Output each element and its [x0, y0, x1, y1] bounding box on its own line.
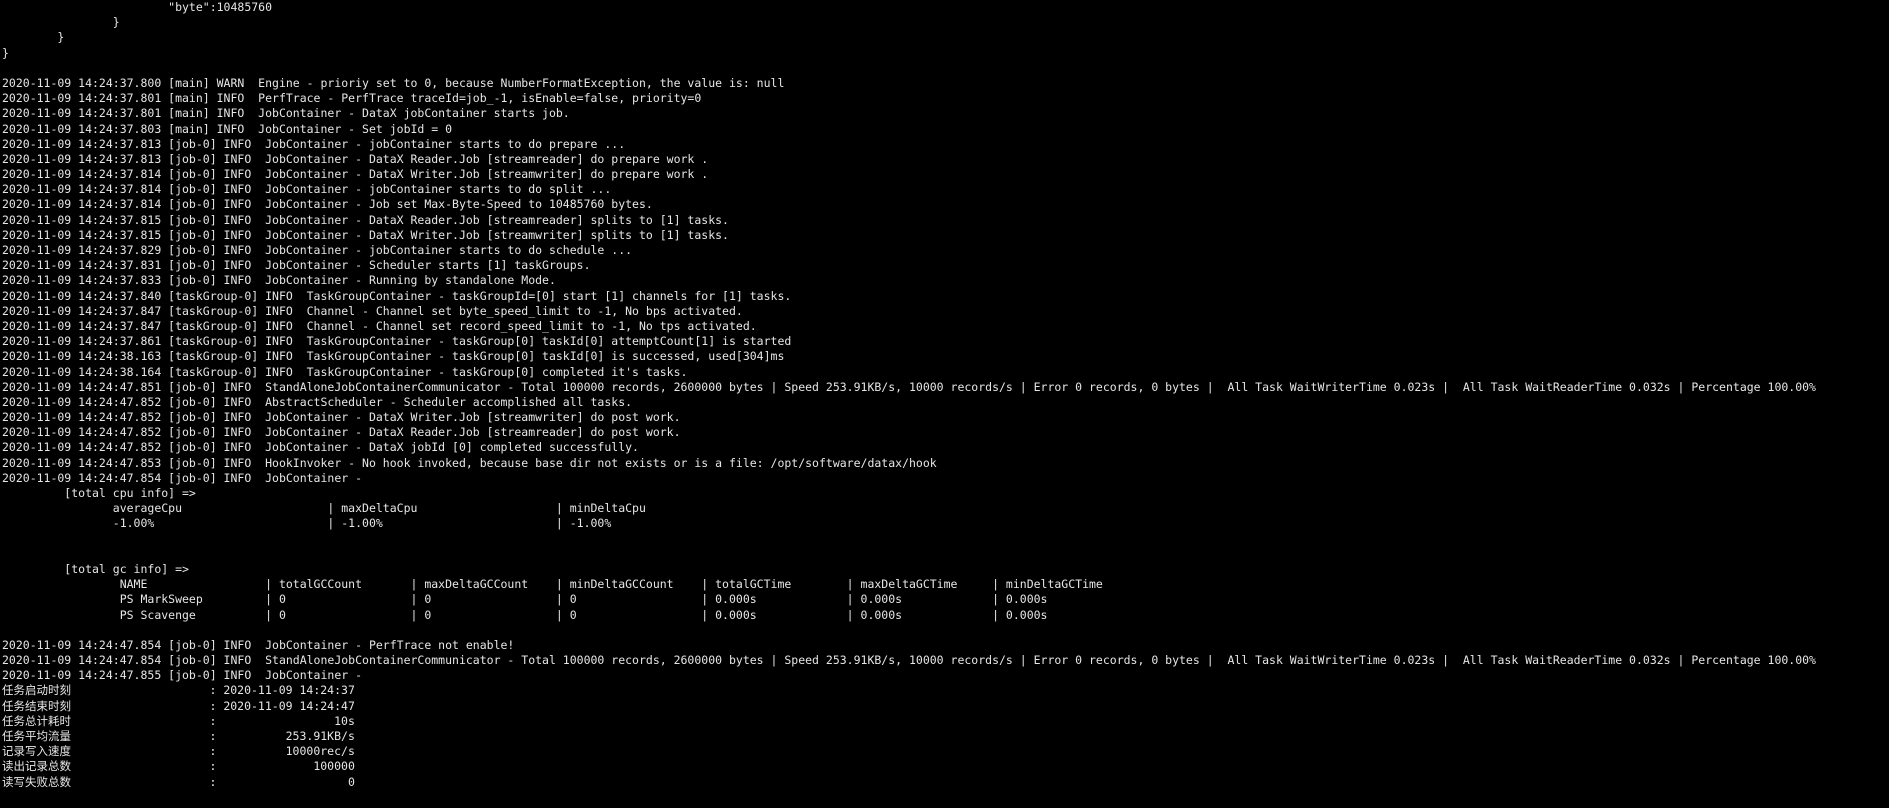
terminal-line: -1.00% | -1.00% | -1.00% [2, 516, 612, 531]
terminal-line: 2020-11-09 14:24:37.813 [job-0] INFO Job… [2, 151, 709, 166]
terminal-line: 2020-11-09 14:24:37.847 [taskGroup-0] IN… [2, 303, 743, 318]
terminal-line: "byte":10485760 [2, 0, 273, 14]
terminal-line: } [2, 15, 120, 30]
terminal-line: 2020-11-09 14:24:47.854 [job-0] INFO Job… [2, 470, 369, 485]
terminal-line: 2020-11-09 14:24:37.815 [job-0] INFO Job… [2, 212, 729, 227]
terminal-window[interactable]: "byte":10485760 } } } 2020-11-09 14:24:3… [0, 0, 1889, 808]
terminal-line: 2020-11-09 14:24:37.801 [main] INFO Perf… [2, 91, 702, 106]
terminal-line: 2020-11-09 14:24:47.852 [job-0] INFO Job… [2, 440, 639, 455]
terminal-line: 任务平均流量 : 253.91KB/s [2, 729, 355, 743]
terminal-line: 2020-11-09 14:24:47.854 [job-0] INFO Sta… [2, 653, 1816, 668]
terminal-line: 2020-11-09 14:24:47.853 [job-0] INFO Hoo… [2, 455, 937, 470]
terminal-line: 2020-11-09 14:24:37.861 [taskGroup-0] IN… [2, 334, 792, 349]
terminal-line: 2020-11-09 14:24:47.852 [job-0] INFO Abs… [2, 394, 633, 409]
terminal-line: 读出记录总数 : 100000 [2, 759, 355, 774]
terminal-line: NAME | totalGCCount | maxDeltaGCCount | … [2, 577, 1138, 592]
terminal-line: 2020-11-09 14:24:37.831 [job-0] INFO Job… [2, 258, 591, 273]
terminal-line: 2020-11-09 14:24:37.814 [job-0] INFO Job… [2, 197, 653, 212]
terminal-line: 读写失败总数 : 0 [2, 774, 355, 789]
terminal-line: 记录写入速度 : 10000rec/s [2, 744, 355, 759]
terminal-line: PS Scavenge | 0 | 0 | 0 | 0.000s | 0.000… [2, 607, 1138, 622]
terminal-line: 任务结束时刻 : 2020-11-09 14:24:47 [2, 698, 355, 713]
terminal-line: 2020-11-09 14:24:37.833 [job-0] INFO Job… [2, 273, 556, 288]
terminal-line: PS MarkSweep | 0 | 0 | 0 | 0.000s | 0.00… [2, 592, 1138, 607]
terminal-line: 2020-11-09 14:24:37.803 [main] INFO JobC… [2, 121, 453, 136]
terminal-line: 2020-11-09 14:24:37.840 [taskGroup-0] IN… [2, 288, 792, 303]
terminal-line: 2020-11-09 14:24:37.800 [main] WARN Engi… [2, 75, 785, 90]
terminal-line: 2020-11-09 14:24:38.164 [taskGroup-0] IN… [2, 364, 688, 379]
terminal-line: 2020-11-09 14:24:37.814 [job-0] INFO Job… [2, 182, 612, 197]
terminal-line: 2020-11-09 14:24:37.813 [job-0] INFO Job… [2, 136, 626, 151]
terminal-line: 任务启动时刻 : 2020-11-09 14:24:37 [2, 683, 355, 698]
terminal-line: } [2, 45, 9, 60]
terminal-line: 2020-11-09 14:24:37.829 [job-0] INFO Job… [2, 243, 633, 257]
terminal-line: 2020-11-09 14:24:38.163 [taskGroup-0] IN… [2, 349, 785, 364]
terminal-line: 2020-11-09 14:24:37.847 [taskGroup-0] IN… [2, 318, 757, 333]
terminal-line: 2020-11-09 14:24:47.854 [job-0] INFO Job… [2, 637, 515, 652]
terminal-line: } [2, 30, 65, 45]
terminal-line: averageCpu | maxDeltaCpu | minDeltaCpu [2, 501, 785, 516]
terminal-line: 2020-11-09 14:24:37.815 [job-0] INFO Job… [2, 227, 729, 242]
terminal-line: 2020-11-09 14:24:37.801 [main] INFO JobC… [2, 106, 570, 121]
terminal-line: 2020-11-09 14:24:47.852 [job-0] INFO Job… [2, 425, 681, 440]
terminal-line: 2020-11-09 14:24:47.852 [job-0] INFO Job… [2, 410, 681, 425]
terminal-line: 2020-11-09 14:24:37.814 [job-0] INFO Job… [2, 167, 709, 182]
terminal-line: 2020-11-09 14:24:47.855 [job-0] INFO Job… [2, 668, 369, 683]
terminal-line: 任务总计耗时 : 10s [2, 713, 355, 728]
terminal-line: [total gc info] => [2, 561, 196, 576]
terminal-line: 2020-11-09 14:24:47.851 [job-0] INFO Sta… [2, 379, 1816, 394]
terminal-line: [total cpu info] => [2, 486, 203, 500]
